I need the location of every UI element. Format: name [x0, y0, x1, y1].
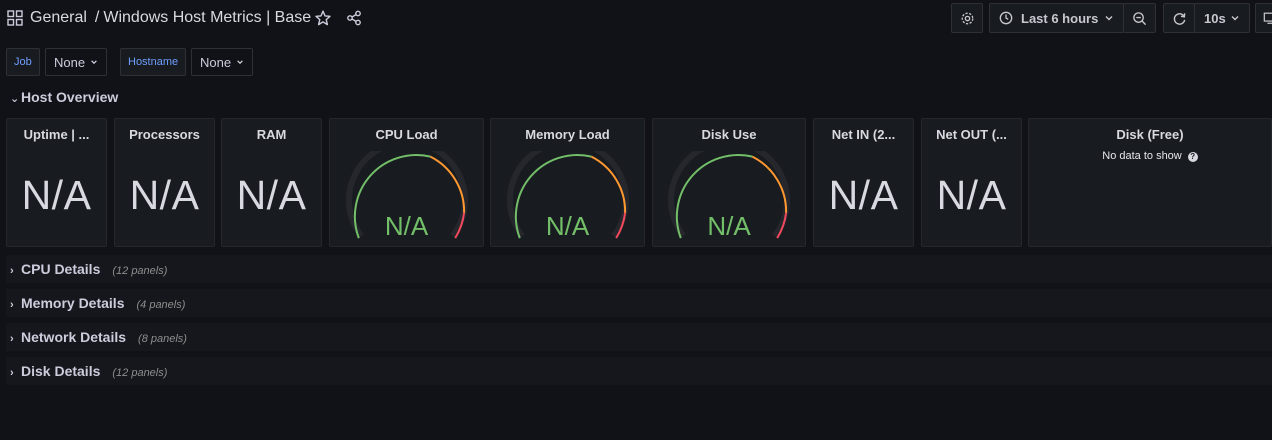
panel-title: Net IN (2... [831, 127, 896, 142]
row-background [6, 323, 1272, 351]
variable-value-job: None [54, 54, 86, 70]
breadcrumb-separator: / [94, 9, 100, 26]
tv-icon [1263, 12, 1272, 24]
refresh-button[interactable] [1163, 3, 1195, 33]
gauge-value: N/A [707, 211, 751, 241]
refresh-interval-label: 10s [1204, 10, 1226, 26]
breadcrumb: General / Windows Host Metrics | Base [30, 9, 311, 27]
variable-value-hostname: None [200, 54, 232, 70]
stat-value: N/A [129, 172, 200, 218]
apps-icon[interactable] [7, 10, 23, 26]
panel-title: Uptime | ... [23, 127, 90, 142]
row-title: Memory Details [21, 295, 125, 311]
row-disk-details[interactable]: › Disk Details (12 panels) [10, 363, 167, 379]
panel-title: CPU Load [375, 127, 438, 142]
row-panel-count: (12 panels) [112, 265, 168, 277]
tv-mode-button[interactable] [1255, 3, 1272, 33]
panel-uptime[interactable]: Uptime | ... N/A [6, 118, 107, 247]
row-panel-count: (4 panels) [136, 299, 186, 311]
variable-select-job[interactable]: None [45, 48, 108, 76]
stat-value: N/A [828, 172, 899, 218]
dashboard-title[interactable]: Windows Host Metrics | Base [103, 9, 311, 26]
row-host-overview[interactable]: ⌄ Host Overview [10, 89, 118, 105]
time-range-picker[interactable]: Last 6 hours [989, 3, 1124, 33]
panel-disk-use[interactable]: Disk Use N/A [652, 118, 806, 247]
panel-cpu-load[interactable]: CPU Load N/A [329, 118, 484, 247]
clock-icon [999, 11, 1013, 25]
refresh-icon [1173, 12, 1185, 25]
variable-label-job: Job [6, 48, 40, 76]
row-memory-details[interactable]: › Memory Details (4 panels) [10, 295, 185, 311]
row-background [6, 289, 1272, 317]
gauge-value: N/A [384, 211, 429, 241]
breadcrumb-folder[interactable]: General [30, 9, 87, 26]
dashboard-navbar: General / Windows Host Metrics | Base Last… [0, 0, 1272, 38]
variable-label-hostname: Hostname [120, 48, 187, 76]
stat-value: N/A [936, 172, 1007, 218]
panel-net-out[interactable]: Net OUT (... N/A [921, 118, 1022, 247]
row-background [6, 357, 1272, 385]
row-panel-count: (8 panels) [138, 333, 187, 345]
row-network-details[interactable]: › Network Details (8 panels) [10, 329, 187, 345]
chevron-down-icon [1105, 16, 1113, 21]
panel-title: RAM [256, 127, 287, 142]
gauge-value: N/A [545, 211, 590, 241]
panel-title: Processors [129, 127, 200, 142]
question-circle-icon[interactable]: ? [1187, 152, 1198, 162]
share-icon[interactable] [346, 10, 362, 26]
row-panel-count: (12 panels) [112, 367, 168, 379]
panel-memory-load[interactable]: Memory Load N/A [490, 118, 645, 247]
gear-icon [961, 12, 973, 24]
refresh-interval-picker[interactable]: 10s [1194, 3, 1250, 33]
stat-value: N/A [21, 172, 92, 218]
chevron-down-icon [237, 60, 243, 65]
chevron-right-icon: › [10, 265, 14, 277]
chevron-right-icon: › [10, 367, 14, 379]
chevron-right-icon: › [10, 299, 14, 311]
star-icon[interactable] [315, 10, 331, 26]
panel-net-in[interactable]: Net IN (2... N/A [813, 118, 914, 247]
row-background [6, 255, 1272, 283]
panel-title: Memory Load [525, 127, 610, 142]
panel-title: Disk Use [701, 127, 757, 142]
panel-disk-free[interactable]: Disk (Free) No data to show? [1028, 118, 1272, 247]
row-cpu-details[interactable]: › CPU Details (12 panels) [10, 261, 167, 277]
zoom-out-button[interactable] [1123, 3, 1156, 33]
chevron-down-icon: ⌄ [10, 93, 20, 105]
panel-ram[interactable]: RAM N/A [221, 118, 322, 247]
row-title: CPU Details [21, 261, 101, 277]
chevron-down-icon [91, 60, 97, 65]
stat-value: N/A [236, 172, 307, 218]
no-data-text: No data to show [1102, 150, 1182, 162]
row-title: Disk Details [21, 363, 101, 379]
variable-select-hostname[interactable]: None [191, 48, 254, 76]
row-title: Host Overview [21, 89, 119, 105]
dashboard-settings-button[interactable] [951, 3, 983, 33]
time-range-label: Last 6 hours [1021, 10, 1099, 26]
no-data-message: No data to show? [1029, 150, 1271, 162]
panel-title: Disk (Free) [1116, 127, 1184, 142]
row-title: Network Details [21, 329, 127, 345]
chevron-down-icon [1231, 16, 1239, 21]
panel-processors[interactable]: Processors N/A [114, 118, 215, 247]
chevron-right-icon: › [10, 333, 14, 345]
zoom-out-icon [1133, 11, 1147, 25]
panel-title: Net OUT (... [936, 127, 1007, 142]
